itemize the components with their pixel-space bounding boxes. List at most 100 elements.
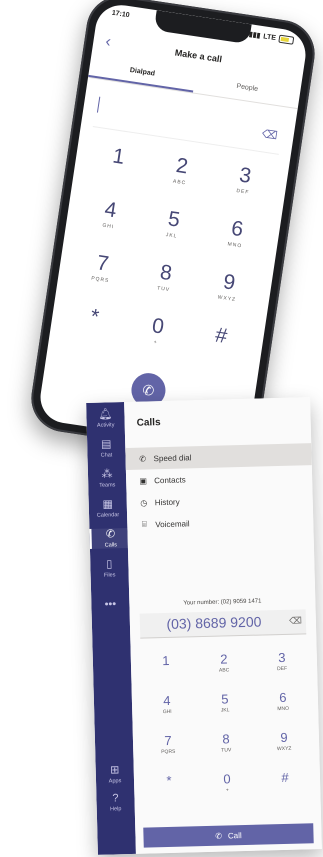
desktop-key[interactable]: * [140, 772, 199, 808]
phone-key[interactable]: 8 TUV [130, 256, 200, 309]
voicemail-icon: ⌸ [141, 519, 147, 529]
phone-key[interactable]: # [185, 319, 255, 372]
rail-item-activity[interactable]: 🔔︎ Activity [86, 408, 125, 429]
key-letters: WXYZ [276, 745, 292, 753]
phone-device: 17:10 ▮▮▮ LTE ‹ Make a call Dialpad Peop… [26, 0, 320, 461]
rail-item-label: Files [103, 572, 116, 579]
phone-icon: ✆ [139, 453, 147, 464]
phone-key[interactable]: 6 MNO [201, 212, 271, 265]
rail-item-label: Help [110, 806, 122, 813]
desktop-key[interactable]: 1 [137, 652, 196, 688]
your-number: Your number: (02) 9059 1471 [183, 598, 262, 607]
desktop-key[interactable]: 0 + [198, 771, 257, 807]
desktop-key[interactable]: 9 WXYZ [255, 729, 314, 765]
phone-key[interactable]: 7 PQRS [66, 246, 136, 299]
files-icon: ▯ [106, 558, 113, 571]
call-label: Call [227, 830, 242, 840]
call-button[interactable]: ✆ Call [143, 823, 314, 848]
help-icon: ? [112, 792, 119, 805]
menu-item-label: Speed dial [153, 452, 192, 463]
rail-item-calendar[interactable]: ▦ Calendar [89, 498, 128, 519]
phone-key[interactable]: 4 GHI [74, 193, 144, 246]
menu-item-voicemail[interactable]: ⌸ Voicemail [127, 509, 314, 536]
desktop-key[interactable]: 2 ABC [195, 651, 254, 687]
key-letters: JKL [220, 707, 230, 714]
key-digit: # [281, 769, 289, 786]
key-letters: PQRS [161, 748, 176, 756]
battery-icon [278, 34, 295, 45]
calls-pane: Calls ✆ Speed dial ▣ Contacts ◷ History ⌸ Voice… [124, 397, 322, 854]
more-apps-icon[interactable]: ••• [91, 598, 129, 611]
phone-key[interactable]: 1 [82, 140, 152, 193]
desktop-key[interactable]: 7 PQRS [139, 732, 198, 768]
rail-item-help[interactable]: ? Help [96, 792, 135, 813]
rail-item-files[interactable]: ▯ Files [90, 558, 129, 579]
desktop-key[interactable]: # [256, 769, 315, 805]
desktop-key[interactable]: 6 MNO [254, 689, 313, 725]
key-letters: MNO [277, 705, 290, 713]
backspace-icon[interactable]: ⌫ [289, 615, 302, 626]
calendar-icon: ▦ [102, 498, 114, 511]
key-digit: 4 [163, 692, 171, 709]
rail-item-label: Apps [108, 778, 122, 785]
chat-icon: ▤ [100, 438, 112, 451]
rail-item-apps[interactable]: ⊞ Apps [96, 764, 135, 785]
desktop-key[interactable]: 3 DEF [253, 649, 312, 685]
key-letters: TUV [221, 747, 232, 754]
history-icon: ◷ [140, 497, 148, 508]
apps-icon: ⊞ [109, 764, 120, 777]
bell-icon: 🔔︎ [98, 408, 113, 421]
desktop-key[interactable]: 8 TUV [197, 731, 256, 767]
signal-icon: ▮▮▮ [248, 31, 261, 40]
phone-icon: ✆ [105, 528, 116, 541]
carrier-label: LTE [262, 32, 277, 42]
rail-item-label: Calls [104, 542, 118, 549]
contacts-icon: ▣ [139, 475, 148, 486]
menu-item-label: History [154, 497, 180, 507]
key-digit: 7 [164, 732, 172, 749]
phone-key[interactable]: * [58, 300, 128, 353]
rail-item-calls[interactable]: ✆ Calls [89, 527, 130, 549]
dial-input[interactable]: (03) 8689 9200 ⌫ [139, 609, 307, 639]
rail-item-label: Activity [96, 422, 115, 429]
phone-key[interactable]: 3 DEF [209, 159, 279, 212]
desktop-key[interactable]: 4 GHI [138, 692, 197, 728]
dial-input-value: (03) 8689 9200 [166, 613, 262, 632]
key-letters: ABC [218, 667, 230, 674]
desktop-key[interactable]: 5 JKL [196, 691, 255, 727]
key-digit: 0 [223, 771, 231, 787]
phone-keypad: 1 2 ABC 3 DEF 4 GHI 5 JKL 6 MNO 7 PQRS 8 TUV 9 WXYZ * 0 + # [58, 140, 278, 372]
key-digit: # [213, 323, 229, 349]
rail-item-label: Calendar [96, 512, 120, 519]
phone-icon: ✆ [215, 831, 223, 841]
backspace-icon[interactable]: ⌫ [261, 127, 278, 142]
phone-key[interactable]: 9 WXYZ [193, 265, 263, 318]
phone-key[interactable]: 0 + [122, 309, 192, 362]
phone-icon: ✆ [141, 381, 156, 399]
desktop-keypad: 1 2 ABC 3 DEF 4 GHI 5 JKL 6 MNO 7 PQRS 8 TUV 9 WXYZ * 0 + # [137, 649, 315, 808]
key-digit: 9 [280, 729, 288, 746]
teams-desktop-window: ••• 🔔︎ Activity ▤ Chat ⁂ Teams ▦ Calendar ✆ Calls… [86, 397, 322, 855]
key-digit: 8 [222, 731, 230, 747]
phone-screen: 17:10 ▮▮▮ LTE ‹ Make a call Dialpad Peop… [36, 1, 310, 451]
calls-title: Calls [136, 417, 161, 429]
phone-key[interactable]: 2 ABC [146, 149, 216, 202]
rail-item-teams[interactable]: ⁂ Teams [88, 468, 127, 489]
teams-icon: ⁂ [101, 468, 113, 481]
key-letters: + [225, 787, 229, 794]
calls-menu: ✆ Speed dial ▣ Contacts ◷ History ⌸ Voicemail [125, 443, 313, 536]
key-digit: 1 [111, 144, 127, 169]
menu-item-label: Voicemail [155, 518, 190, 529]
menu-item-label: Contacts [154, 474, 186, 485]
phone-key[interactable]: 5 JKL [138, 202, 208, 255]
key-letters: DEF [277, 665, 288, 673]
key-digit: 5 [221, 691, 229, 707]
key-digit: * [88, 304, 101, 329]
key-digit: 1 [162, 652, 170, 669]
rail-item-chat[interactable]: ▤ Chat [87, 438, 126, 459]
key-letters: GHI [162, 708, 172, 716]
status-time: 17:10 [111, 9, 131, 20]
key-digit: * [166, 772, 172, 789]
key-digit: 2 [220, 651, 228, 667]
key-digit: 3 [278, 649, 286, 666]
